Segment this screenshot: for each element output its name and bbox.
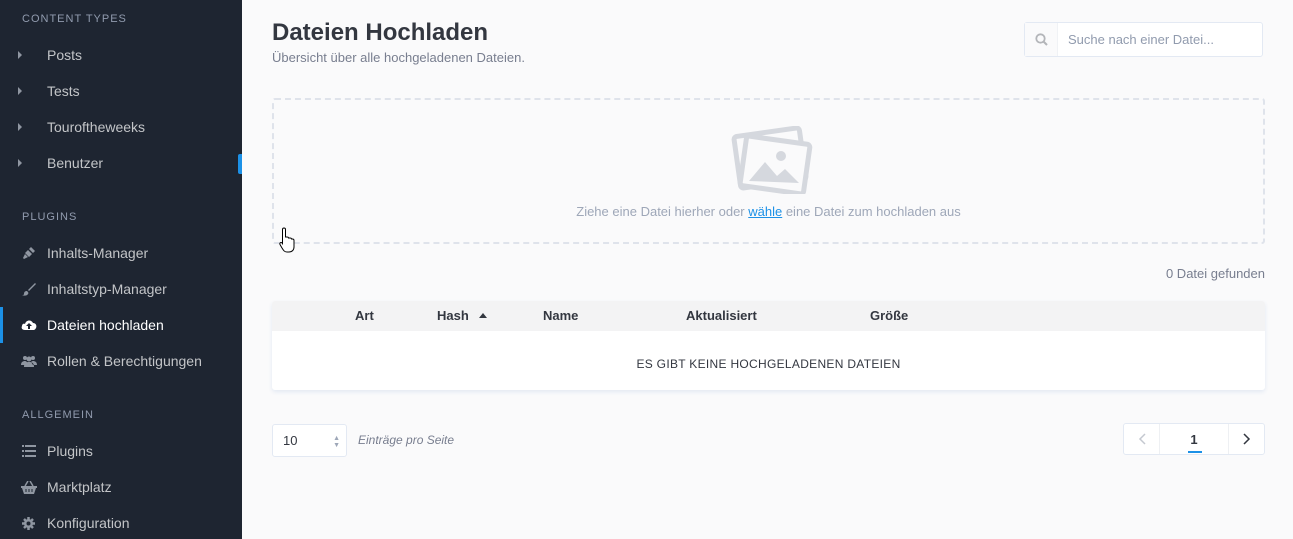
hand-cursor-icon [279,227,295,258]
images-icon [729,125,813,199]
column-label: Hash [437,308,469,323]
sidebar-item-label: Plugins [47,443,93,459]
choose-file-link[interactable]: wähle [748,204,782,219]
page-subtitle: Übersicht über alle hochgeladenen Dateie… [272,50,525,65]
per-page-value: 10 [283,433,298,448]
upload-dropzone[interactable]: Ziehe eine Datei hierher oder wähle eine… [272,98,1265,244]
sidebar-item-label: Konfiguration [47,515,130,531]
caret-right-icon [0,123,47,131]
sidebar-item-rollen-berechtigungen[interactable]: Rollen & Berechtigungen [0,343,242,379]
previous-page-button[interactable] [1124,424,1160,454]
sidebar-item-plugins[interactable]: Plugins [0,433,242,469]
column-header-aktualisiert[interactable]: Aktualisiert [686,308,757,323]
sidebar-item-label: Benutzer [47,155,104,171]
list-icon [0,445,47,457]
caret-right-icon [0,87,47,95]
chevron-right-icon [1242,433,1250,445]
results-count: 0 Datei gefunden [1165,266,1265,281]
sidebar-item-label: Tests [47,83,80,99]
search-box[interactable] [1024,22,1263,57]
column-header-name[interactable]: Name [543,308,578,323]
section-title-content-types: Content Types [22,13,127,25]
sidebar-item-dateien-hochladen[interactable]: Dateien hochladen [0,307,242,343]
paint-brush-icon [0,282,47,296]
cloud-upload-icon [0,319,47,331]
column-header-hash[interactable]: Hash [437,308,487,323]
sidebar-item-label: Rollen & Berechtigungen [47,353,202,369]
chevron-left-icon [1138,433,1146,445]
dropzone-text-after: eine Datei zum hochladen aus [782,204,961,219]
section-title-allgemein: Allgemein [22,409,94,421]
sidebar-item-benutzer[interactable]: Benutzer [0,145,242,181]
per-page-select[interactable]: 10 ▲ ▼ [272,424,347,457]
users-icon [0,355,47,367]
plug-icon [0,246,47,260]
empty-table-message: ES GIBT KEINE HOCHGELADENEN DATEIEN [636,357,901,371]
dropzone-text-before: Ziehe eine Datei hierher oder [576,204,749,219]
sidebar-item-label: Posts [47,47,83,63]
sidebar-item-posts[interactable]: Posts [0,37,242,73]
sidebar-item-label: Inhaltstyp-Manager [47,281,167,297]
pagination: 1 [1123,423,1265,455]
files-table: Art Hash Name Aktualisiert Größe ES GIBT… [272,301,1265,390]
search-icon [1025,23,1058,56]
search-input[interactable] [1058,32,1258,47]
sidebar-item-marktplatz[interactable]: Marktplatz [0,469,242,505]
page-title: Dateien Hochladen [272,19,489,46]
gear-icon [0,516,47,530]
select-arrows-icon: ▲ ▼ [333,435,340,449]
current-page-button[interactable]: 1 [1160,424,1228,454]
sidebar-item-label: Dateien hochladen [47,317,164,333]
caret-right-icon [0,159,47,167]
per-page-label: Einträge pro Seite [358,433,455,447]
column-header-art[interactable]: Art [355,308,374,323]
sidebar-item-inhalts-manager[interactable]: Inhalts-Manager [0,235,242,271]
caret-right-icon [0,51,47,59]
sidebar-item-tests[interactable]: Tests [0,73,242,109]
sidebar-item-label: Inhalts-Manager [47,245,149,261]
sidebar-item-label: Touroftheweeks [47,119,146,135]
sidebar: Content Types Posts Tests Touroftheweeks… [0,0,242,539]
dropzone-text: Ziehe eine Datei hierher oder wähle eine… [274,204,1263,219]
next-page-button[interactable] [1228,424,1264,454]
column-header-groesse[interactable]: Größe [870,308,908,323]
sidebar-item-konfiguration[interactable]: Konfiguration [0,505,242,539]
sidebar-item-inhaltstyp-manager[interactable]: Inhaltstyp-Manager [0,271,242,307]
column-label: Größe [870,308,909,323]
main-content: Dateien Hochladen Übersicht über alle ho… [242,0,1293,539]
table-header: Art Hash Name Aktualisiert Größe [272,301,1265,331]
column-label: Name [543,308,579,323]
sort-ascending-icon [478,313,487,318]
shopping-basket-icon [0,480,47,494]
sidebar-item-touroftheweeks[interactable]: Touroftheweeks [0,109,242,145]
column-label: Aktualisiert [686,308,757,323]
sidebar-item-label: Marktplatz [47,479,112,495]
section-title-plugins: Plugins [22,211,78,223]
column-label: Art [355,308,374,323]
